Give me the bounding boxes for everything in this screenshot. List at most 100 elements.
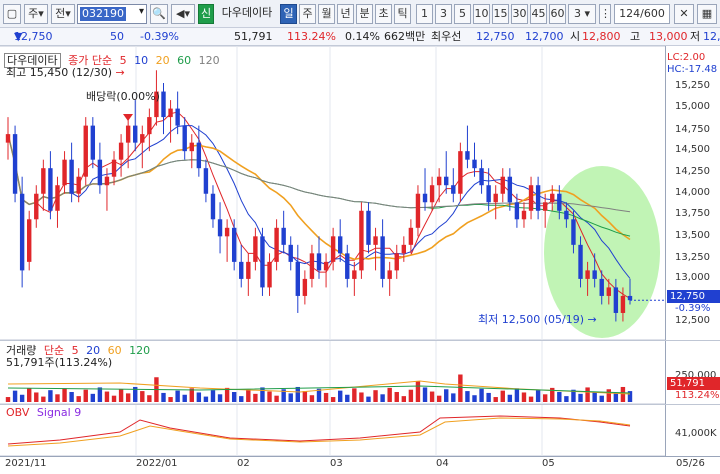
ma-period: 20 (152, 54, 170, 67)
candle-body (41, 168, 46, 194)
candle-body (592, 270, 597, 279)
volume-bar (239, 396, 244, 402)
volume-bar (196, 392, 202, 402)
candle-body (90, 125, 96, 160)
candle-body (627, 295, 633, 301)
candle-body (97, 159, 103, 186)
volume-bar (380, 394, 385, 402)
candle-body (345, 253, 350, 279)
candle-body (309, 253, 315, 279)
candle-body (578, 244, 583, 279)
volume-bar (436, 395, 442, 402)
volume-bar (203, 396, 209, 402)
volume-bar (168, 397, 173, 402)
volume-bar (125, 393, 131, 402)
volume-bar (330, 397, 336, 402)
x-axis-label: 2021/11 (5, 458, 47, 469)
volume-bar (444, 389, 449, 402)
price-y-tick: 13,000 (675, 272, 710, 283)
volume-bar (34, 392, 39, 402)
obv-signal: Signal 9 (36, 406, 82, 419)
volume-bar (111, 395, 117, 402)
candle-body (521, 210, 527, 220)
candle-body (436, 176, 442, 186)
volume-bar (253, 393, 258, 402)
candle-body (111, 159, 117, 177)
volume-bar (118, 389, 124, 402)
candle-body (125, 125, 131, 143)
volume-bar (486, 392, 491, 402)
candle-body (274, 227, 279, 262)
ma-periods: 5 10 20 60 120 (116, 54, 224, 67)
candle-body (408, 227, 414, 245)
obv-tick: 41,000K (675, 428, 717, 439)
volume-bar (620, 386, 626, 402)
candle-body (62, 159, 67, 186)
volume-bar (97, 387, 103, 402)
volume-bar (217, 394, 223, 402)
panel-divider (0, 340, 720, 341)
candle-body (175, 108, 180, 126)
price-y-tick: 13,750 (675, 208, 710, 219)
candle-body (387, 270, 392, 279)
candle-body (118, 142, 124, 160)
volume-bar (231, 392, 237, 402)
volume-bar (408, 389, 414, 402)
volume-bar (19, 394, 25, 402)
volume-bar (246, 389, 251, 402)
volume-bar (422, 387, 428, 402)
candle-body (571, 219, 576, 245)
volume-ma-period: 120 (125, 344, 151, 357)
volume-bar (500, 390, 505, 402)
price-y-tick: 12,500 (675, 315, 710, 326)
volume-bar (366, 396, 371, 402)
volume-bar (345, 394, 350, 402)
candle-body (196, 142, 202, 169)
current-pct-tag: -0.39% (675, 303, 711, 314)
panel-divider (0, 404, 720, 405)
candle-body (19, 193, 25, 271)
candle-body (224, 227, 230, 237)
volume-bar (140, 391, 145, 402)
candle-body (48, 168, 53, 211)
volume-bar (528, 396, 534, 402)
price-y-tick: 15,000 (675, 101, 710, 112)
candle-body (69, 159, 74, 194)
candle-body (161, 91, 166, 118)
volume-tag: 51,791 (667, 377, 720, 390)
volume-bar (479, 388, 484, 402)
candle-body (147, 117, 152, 135)
candle-body (599, 278, 604, 296)
obv-legend: OBV Signal 9 (6, 406, 85, 419)
current-price-tag: 12,750 (667, 290, 720, 303)
volume-bar (41, 396, 46, 402)
candle-body (486, 185, 491, 203)
volume-bar (429, 391, 435, 402)
volume-bar (493, 397, 498, 402)
volume-bar (274, 395, 279, 402)
candle-body (281, 227, 286, 245)
price-y-tick: 13,500 (675, 230, 710, 241)
candle-body (458, 151, 463, 194)
candle-body (203, 168, 209, 194)
volume-bar (542, 394, 548, 402)
volume-bar (69, 392, 74, 402)
candle-body (27, 219, 32, 262)
candle-body (557, 193, 562, 211)
ma-period: 60 (173, 54, 192, 67)
volume-bar (535, 390, 541, 402)
candle-body (415, 193, 421, 228)
volume-bar (83, 389, 88, 402)
candle-body (288, 244, 293, 262)
volume-bar (451, 393, 456, 402)
candle-body (620, 295, 626, 313)
candle-body (422, 193, 428, 203)
candle-body (140, 134, 145, 143)
price-y-tick: 15,250 (675, 80, 710, 91)
x-axis-label: 02 (237, 458, 250, 469)
volume-bar (585, 387, 590, 402)
candle-body (168, 108, 173, 118)
volume-bar (260, 387, 265, 402)
price-y-tick: 13,250 (675, 252, 710, 263)
candle-body (133, 125, 138, 143)
